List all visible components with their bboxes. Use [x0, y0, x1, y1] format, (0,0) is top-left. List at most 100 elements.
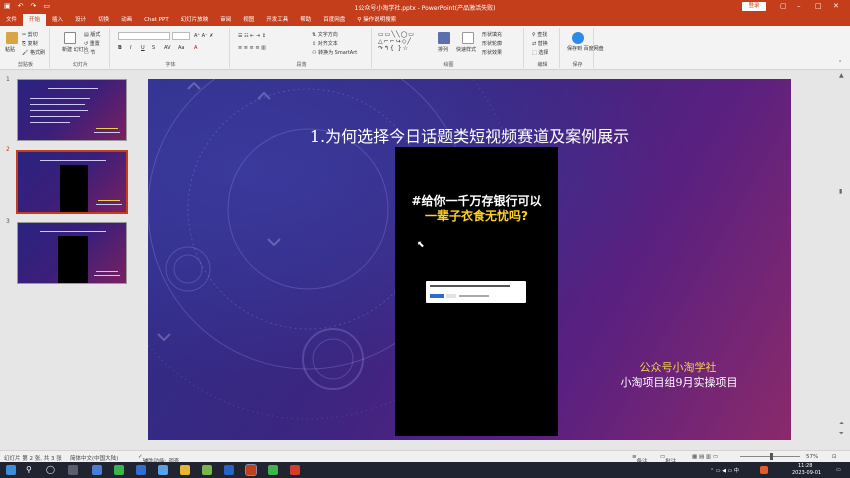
status-bar: 幻灯片 第 2 张, 共 3 张 简体中文(中国大陆) ✓ 辅助功能: 调查 ≡…: [0, 450, 850, 465]
vertical-scrollbar[interactable]: ▲ ▮ ⏶ ⏷: [836, 70, 850, 442]
edge-icon[interactable]: [136, 465, 146, 475]
tab-home[interactable]: 开始: [23, 14, 47, 26]
chrome-icon[interactable]: [180, 465, 190, 475]
tab-animations[interactable]: 动画: [115, 14, 138, 26]
layout-button[interactable]: ▤ 版式: [84, 31, 100, 38]
login-button[interactable]: 登录: [742, 2, 766, 11]
section-button[interactable]: ▭ 节: [84, 49, 95, 56]
scroll-up-icon[interactable]: ▲: [839, 72, 844, 79]
clock-date[interactable]: 2023-09-01: [792, 470, 821, 476]
tab-baidu[interactable]: 百度网盘: [317, 14, 351, 26]
align-icons[interactable]: ≡ ≡ ≡ ≡ ▥: [238, 45, 266, 51]
clock-time[interactable]: 11:28: [798, 463, 812, 469]
store-icon[interactable]: [202, 465, 212, 475]
shape-fill-button[interactable]: 形状填充: [482, 31, 502, 38]
arrange-button[interactable]: 排列: [438, 46, 448, 53]
brand-name[interactable]: 公众号小淘学社: [618, 359, 738, 375]
collapse-ribbon-icon[interactable]: ⌃: [838, 60, 842, 66]
quick-styles-icon[interactable]: [462, 32, 474, 44]
font-name-box[interactable]: [118, 32, 170, 40]
format-painter-button[interactable]: 🖌 格式刷: [22, 49, 45, 56]
new-slide-icon[interactable]: [64, 32, 76, 44]
tab-help[interactable]: 帮助: [294, 14, 317, 26]
cortana-icon[interactable]: ◯: [46, 465, 56, 475]
brand-subtitle[interactable]: 小淘项目组9月实操项目: [604, 374, 754, 390]
accessibility-status[interactable]: ✓ 辅助功能: 调查: [138, 454, 179, 465]
smartart-button[interactable]: ⚇ 转换为 SmartArt: [312, 49, 357, 56]
slide-title[interactable]: 1.为何选择今日话题类短视频赛道及案例展示: [148, 123, 791, 147]
strikethrough-icon[interactable]: S: [152, 45, 155, 51]
select-button[interactable]: ⬚ 选择: [532, 49, 548, 56]
bullets-icon[interactable]: ☰ ☷ ⇤ ⇥ ↕: [238, 33, 266, 39]
zoom-level[interactable]: 57%: [806, 454, 818, 460]
font-size-box[interactable]: [172, 32, 190, 40]
char-spacing-icon[interactable]: AV: [164, 45, 171, 51]
video-frame[interactable]: #给你一千万存银行可以 一辈子衣食无忧吗? ⬉: [395, 147, 558, 436]
tab-file[interactable]: 文件: [0, 14, 23, 26]
underline-icon[interactable]: U: [141, 45, 145, 51]
bold-icon[interactable]: B: [118, 45, 122, 51]
close-icon[interactable]: ✕: [833, 2, 839, 10]
notifications-icon[interactable]: ▭: [836, 467, 841, 473]
task-view-icon[interactable]: [68, 465, 78, 475]
text-direction-button[interactable]: ⇅ 文字方向: [312, 31, 338, 38]
tray-icons[interactable]: ⌃ ▭ ◀ ▭ 中: [710, 467, 739, 474]
ribbon-display-icon[interactable]: ▢: [780, 2, 787, 10]
quick-styles-button[interactable]: 快速样式: [456, 46, 476, 53]
tab-developer[interactable]: 开发工具: [260, 14, 294, 26]
reset-button[interactable]: ↺ 重置: [84, 40, 100, 47]
powerpoint-icon[interactable]: [245, 464, 257, 476]
arrange-icon[interactable]: [438, 32, 450, 44]
copy-button[interactable]: ⎘ 复制: [22, 40, 38, 47]
minimize-icon[interactable]: –: [797, 2, 801, 10]
tab-transitions[interactable]: 切换: [92, 14, 115, 26]
replace-button[interactable]: ⇄ 替换: [532, 40, 548, 47]
slide-thumbnail-3[interactable]: [17, 222, 127, 284]
paste-button[interactable]: 粘贴: [5, 46, 15, 53]
shape-effects-button[interactable]: 形状效果: [482, 49, 502, 56]
camtasia-icon[interactable]: [268, 465, 278, 475]
slide-thumbnail-1[interactable]: [17, 79, 127, 141]
next-slide-icon[interactable]: ⏷: [839, 430, 844, 438]
notes-button[interactable]: ≡ 备注: [632, 454, 648, 465]
cut-button[interactable]: ✂ 剪切: [22, 31, 38, 38]
font-grow-icon[interactable]: A⁺ A⁻ ✗: [194, 33, 214, 39]
align-text-button[interactable]: ⇳ 对齐文本: [312, 40, 338, 47]
view-buttons[interactable]: ▦ ▤ ▥ ▭: [692, 454, 718, 460]
drawing-group-label: 绘图: [443, 62, 454, 68]
italic-icon[interactable]: I: [130, 45, 131, 51]
recorder-icon[interactable]: [290, 465, 300, 475]
scroll-thumb-icon[interactable]: ▮: [839, 188, 842, 195]
maximize-icon[interactable]: □: [815, 2, 822, 10]
fit-slide-icon[interactable]: ⊡: [832, 454, 837, 460]
tab-view[interactable]: 视图: [237, 14, 260, 26]
slide-canvas[interactable]: 1.为何选择今日话题类短视频赛道及案例展示 #给你一千万存银行可以 一辈子衣食无…: [148, 79, 791, 440]
slide-number: 1: [6, 76, 10, 83]
shape-outline-button[interactable]: 形状轮廓: [482, 40, 502, 47]
comments-button[interactable]: ▭ 批注: [660, 454, 676, 465]
tab-design[interactable]: 设计: [69, 14, 92, 26]
font-color-icon[interactable]: A: [194, 45, 197, 51]
prev-slide-icon[interactable]: ⏶: [839, 420, 844, 428]
change-case-icon[interactable]: Aa: [178, 45, 184, 51]
search-icon[interactable]: ⚲: [26, 465, 36, 475]
file-explorer-icon[interactable]: [92, 465, 102, 475]
app-icon[interactable]: [158, 465, 168, 475]
save-to-baidu-button[interactable]: 保存到 百度网盘: [567, 46, 604, 52]
tab-chatppt[interactable]: Chat PPT: [138, 14, 175, 26]
slide-thumbnail-2[interactable]: [16, 150, 128, 214]
baidu-cloud-icon[interactable]: [572, 32, 584, 44]
shapes-gallery[interactable]: ▭▭╲╲◯▭ △⌐⌐↪◇╱ ↷↰{ }☆: [378, 31, 415, 52]
tab-insert[interactable]: 插入: [46, 14, 69, 26]
wechat-icon[interactable]: [114, 465, 124, 475]
feishu-icon[interactable]: [224, 465, 234, 475]
zoom-slider-thumb[interactable]: [770, 453, 773, 460]
tell-me-search[interactable]: ⚲ 操作说明搜索: [351, 14, 402, 26]
tab-review[interactable]: 审阅: [214, 14, 237, 26]
language-status[interactable]: 简体中文(中国大陆): [70, 454, 118, 462]
find-button[interactable]: ⚲ 查找: [532, 31, 547, 38]
paste-icon[interactable]: [6, 32, 18, 44]
tray-app-icon[interactable]: [760, 466, 768, 474]
tab-slideshow[interactable]: 幻灯片放映: [175, 14, 215, 26]
start-menu-icon[interactable]: [6, 465, 16, 475]
